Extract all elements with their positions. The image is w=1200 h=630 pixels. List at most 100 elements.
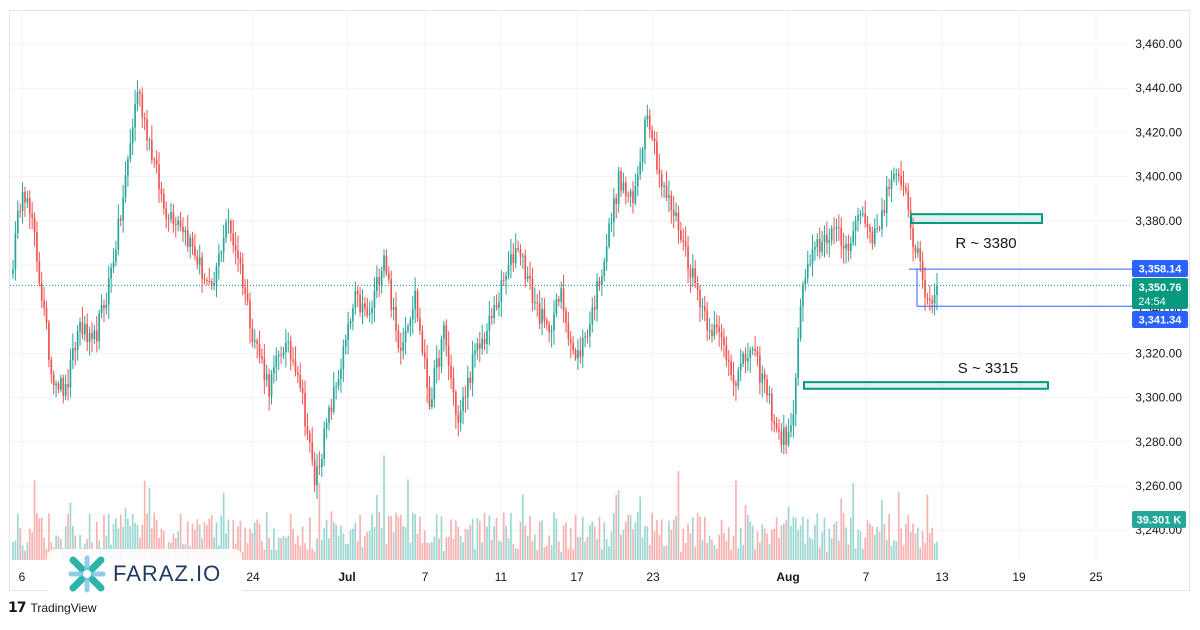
volume-bar — [749, 521, 752, 560]
volume-bar — [691, 517, 694, 560]
candle-body — [560, 288, 563, 302]
candle-body — [926, 297, 929, 299]
candle-body — [91, 333, 93, 340]
volume-bar — [833, 523, 835, 560]
candle-body — [335, 385, 337, 387]
candle-body — [440, 338, 443, 367]
volume-bar — [387, 515, 390, 560]
volume-bar — [246, 542, 249, 560]
volume-bar — [390, 516, 393, 560]
box-top-price-text: 3,358.14 — [1139, 264, 1183, 276]
candle-body — [74, 348, 77, 351]
volume-bar — [273, 528, 275, 560]
volume-bar — [553, 512, 555, 560]
y-tick-label: 3,400.00 — [1135, 170, 1182, 184]
candle-body — [294, 361, 297, 372]
volume-bar — [670, 529, 673, 560]
volume-bar — [924, 542, 926, 560]
resistance-zone[interactable] — [910, 213, 1043, 225]
candle-body — [773, 421, 776, 424]
candle-body — [828, 240, 831, 243]
candle-body — [253, 340, 256, 342]
candle-body — [129, 143, 132, 160]
volume-bar — [270, 549, 273, 560]
candle-body — [285, 342, 287, 353]
x-tick-label: 7 — [863, 570, 870, 584]
candle-body — [749, 349, 752, 359]
volume-bar — [404, 526, 407, 560]
candle-body — [658, 169, 661, 175]
candle-body — [40, 283, 43, 301]
candle-body — [308, 433, 311, 443]
tradingview-logo-icon: 17 — [8, 600, 27, 616]
candle-body — [251, 328, 254, 342]
candle-body — [818, 239, 821, 252]
candle-body — [782, 427, 785, 445]
candle-body — [229, 221, 232, 234]
volume-bar — [14, 540, 17, 560]
candle-body — [100, 305, 103, 314]
volume-bar — [902, 545, 905, 560]
candle-body — [105, 304, 108, 308]
volume-bar — [445, 537, 448, 560]
candle-body — [62, 377, 65, 396]
volume-bar — [565, 522, 567, 560]
candle-body — [318, 466, 321, 468]
volume-bar — [292, 528, 294, 560]
volume-bar — [715, 548, 718, 560]
volume-bar — [421, 542, 424, 560]
volume-bar — [912, 523, 914, 560]
price-chart[interactable]: R ~ 3380 S ~ 3315 3,240.003,260.003,280.… — [0, 0, 1200, 630]
volume-bar — [423, 530, 426, 560]
volume-bar — [392, 531, 395, 560]
candle-body — [534, 302, 536, 304]
resistance-label: R ~ 3380 — [955, 235, 1016, 252]
candle-body — [481, 338, 484, 349]
volume-bar — [917, 527, 919, 560]
candle-body — [268, 374, 270, 397]
volume-bar — [364, 536, 366, 560]
candle-body — [306, 426, 309, 434]
candle-body — [57, 383, 60, 390]
candle-body — [196, 256, 199, 265]
candle-body — [869, 226, 871, 232]
y-tick-label: 3,460.00 — [1135, 37, 1182, 51]
candle-body — [395, 306, 397, 331]
volume-bar — [811, 539, 814, 560]
candle-body — [115, 250, 117, 262]
volume-bar — [610, 531, 613, 560]
volume-bar — [313, 551, 316, 560]
candle-body — [33, 217, 36, 233]
volume-bar — [438, 538, 440, 560]
volume-bar — [450, 519, 452, 560]
candle-body — [833, 228, 835, 230]
candle-body — [371, 307, 373, 314]
volume-bar — [555, 518, 558, 560]
tradingview-footer[interactable]: 17 TradingView — [8, 600, 97, 616]
candle-body — [419, 317, 421, 331]
volume-bar — [928, 532, 931, 560]
volume-bar — [19, 527, 22, 560]
volume-bar — [754, 549, 756, 560]
candle-body — [179, 220, 182, 227]
volume-bar — [455, 520, 457, 560]
volume-bar — [536, 550, 539, 560]
volume-bar — [287, 535, 290, 560]
volume-bar — [632, 529, 634, 560]
candle-body — [79, 322, 81, 332]
candle-body — [36, 232, 38, 262]
volume-bar — [522, 494, 524, 560]
candle-body — [162, 193, 165, 209]
candle-body — [431, 399, 433, 407]
candle-body — [864, 213, 867, 224]
candle-body — [172, 212, 175, 225]
support-zone[interactable] — [803, 381, 1049, 390]
candle-body — [696, 283, 699, 290]
volume-bar — [574, 515, 577, 560]
volume-bar — [668, 520, 670, 560]
volume-bar — [689, 533, 692, 560]
volume-bar — [680, 551, 682, 560]
candle-body — [244, 287, 247, 294]
candle-body — [330, 407, 333, 412]
faraz-watermark: FARAZ.IO — [47, 549, 242, 599]
